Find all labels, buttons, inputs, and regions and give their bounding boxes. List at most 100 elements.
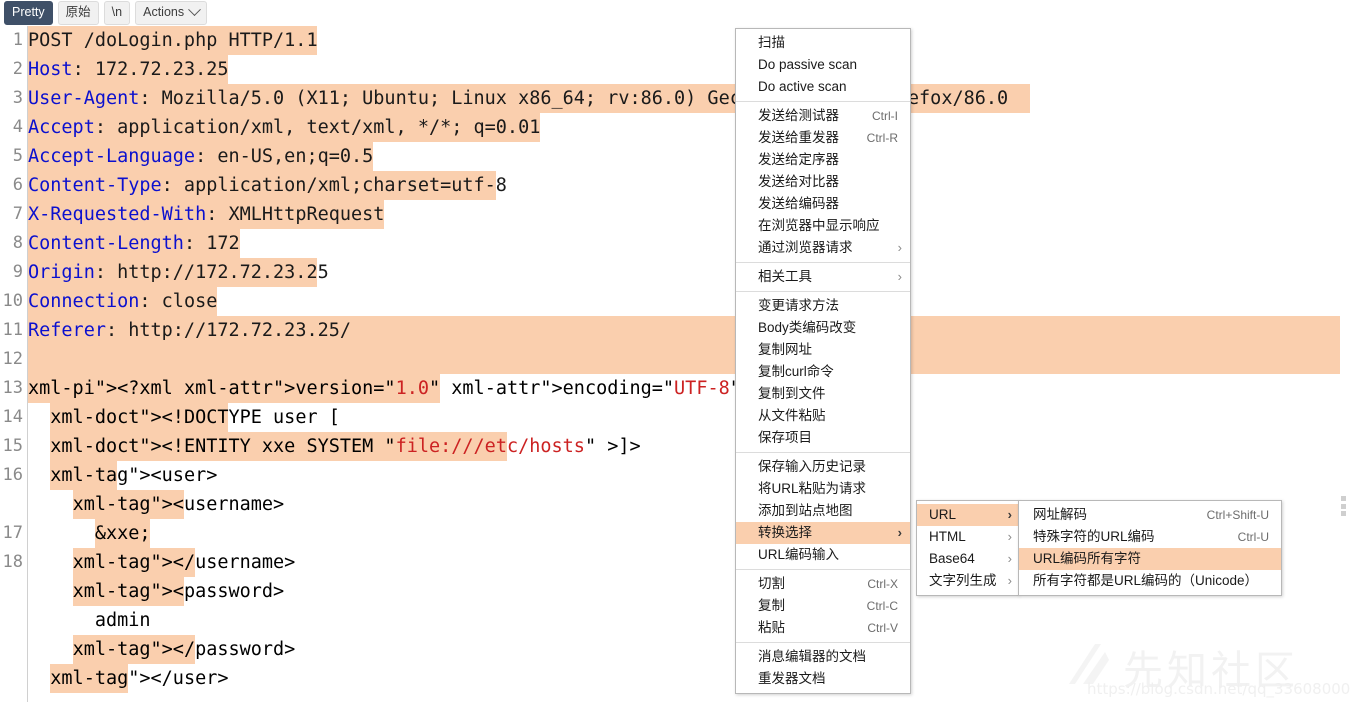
menu-item-label: 发送给测试器 — [758, 108, 839, 123]
chevron-right-icon: › — [1007, 507, 1012, 522]
tab-pretty[interactable]: Pretty — [4, 1, 53, 25]
menu-separator — [736, 452, 910, 453]
code-line[interactable]: xml-tag"></password> — [28, 635, 296, 664]
actions-label: Actions — [143, 5, 185, 20]
code-line[interactable]: xml-doct"><!DOCTYPE user [ — [28, 403, 340, 432]
submenu-item[interactable]: 网址解码 Ctrl+Shift-U — [1019, 504, 1281, 526]
menu-item[interactable]: 保存项目 — [736, 427, 910, 449]
code-line[interactable]: &xxe; — [28, 519, 151, 548]
code-line[interactable]: xml-doct"><!ENTITY xxe SYSTEM "file:///e… — [28, 432, 640, 461]
menu-item[interactable]: 相关工具 › — [736, 266, 910, 288]
submenu-item[interactable]: 所有字符都是URL编码的（Unicode） — [1019, 570, 1281, 592]
menu-item[interactable]: 通过浏览器请求 › — [736, 237, 910, 259]
menu-item[interactable]: 复制curl命令 — [736, 361, 910, 383]
menu-item[interactable]: 发送给测试器 Ctrl-I — [736, 105, 910, 127]
line-number: 6 — [12, 175, 23, 195]
line-number: 1 — [12, 30, 23, 50]
tab-raw[interactable]: 原始 — [57, 1, 99, 25]
submenu-item[interactable]: URL › — [917, 504, 1018, 526]
menu-item-label: 重发器文档 — [758, 671, 826, 686]
menu-item[interactable]: Do passive scan — [736, 54, 910, 76]
menu-separator — [736, 101, 910, 102]
submenu-item-label: 特殊字符的URL编码 — [1033, 529, 1155, 544]
code-line[interactable]: xml-tag"></user> — [28, 664, 228, 693]
message-editor[interactable]: 1 2 3 4 5 6 7 8 9 10 11 12 13 14 15 16 1… — [0, 26, 1350, 702]
menu-item[interactable]: 粘贴 Ctrl-V — [736, 617, 910, 639]
code-line[interactable]: X-Requested-With: XMLHttpRequest — [28, 200, 384, 229]
submenu-convert-selection[interactable]: URL › HTML › Base64 › 文字列生成 › — [916, 500, 1019, 596]
line-number: 10 — [2, 291, 23, 311]
submenu-item[interactable]: 特殊字符的URL编码 Ctrl-U — [1019, 526, 1281, 548]
menu-item[interactable]: 变更请求方法 — [736, 295, 910, 317]
code-line[interactable]: xml-tag"><password> — [28, 577, 285, 606]
code-line[interactable]: Connection: close — [28, 287, 217, 316]
menu-separator — [736, 642, 910, 643]
code-line[interactable]: xml-pi"><?xml xml-attr">version="1.0" xm… — [28, 374, 852, 403]
chevron-right-icon: › — [897, 240, 902, 255]
submenu-item-shortcut: Ctrl+Shift-U — [1206, 508, 1269, 522]
menu-item-label: URL编码输入 — [758, 547, 840, 562]
submenu-item-label: 网址解码 — [1033, 507, 1087, 522]
code-line[interactable]: Host: 172.72.23.25 — [28, 55, 229, 84]
menu-item-label: 扫描 — [758, 35, 785, 50]
menu-item[interactable]: 扫描 — [736, 32, 910, 54]
code-line[interactable]: xml-tag"><user> — [28, 461, 217, 490]
menu-item[interactable]: 添加到站点地图 — [736, 500, 910, 522]
menu-separator — [736, 569, 910, 570]
menu-item[interactable]: 将URL粘贴为请求 — [736, 478, 910, 500]
submenu-item[interactable]: 文字列生成 › — [917, 570, 1018, 592]
chevron-right-icon: › — [1007, 573, 1012, 588]
line-number: 17 — [2, 523, 23, 543]
menu-item[interactable]: 复制到文件 — [736, 383, 910, 405]
submenu-item[interactable]: Base64 › — [917, 548, 1018, 570]
code-line[interactable]: Content-Type: application/xml;charset=ut… — [28, 171, 507, 200]
menu-item-label: 复制到文件 — [758, 386, 826, 401]
line-number-gutter: 1 2 3 4 5 6 7 8 9 10 11 12 13 14 15 16 1… — [0, 26, 28, 702]
menu-item[interactable]: 发送给定序器 — [736, 149, 910, 171]
menu-item[interactable]: 转换选择 › — [736, 522, 910, 544]
submenu-item[interactable]: URL编码所有字符 — [1019, 548, 1281, 570]
menu-item[interactable]: 在浏览器中显示响应 — [736, 215, 910, 237]
code-area[interactable]: POST /doLogin.php HTTP/1.1 Host: 172.72.2… — [28, 26, 1350, 702]
menu-item[interactable]: 复制网址 — [736, 339, 910, 361]
context-menu[interactable]: 扫描 Do passive scan Do active scan 发送给测试器 Ctr… — [735, 28, 911, 694]
code-line[interactable]: Accept-Language: en-US,en;q=0.5 — [28, 142, 373, 171]
menu-item[interactable]: 发送给对比器 — [736, 171, 910, 193]
code-line[interactable]: Accept: application/xml, text/xml, */*; … — [28, 113, 540, 142]
menu-item[interactable]: Do active scan — [736, 76, 910, 98]
submenu-url-encoding[interactable]: 网址解码 Ctrl+Shift-U 特殊字符的URL编码 Ctrl-U URL编码所有字… — [1018, 500, 1282, 596]
code-line[interactable]: Origin: http://172.72.23.25 — [28, 258, 329, 287]
menu-item[interactable]: URL编码输入 — [736, 544, 910, 566]
menu-item-label: 复制网址 — [758, 342, 812, 357]
code-line[interactable]: admin — [28, 606, 151, 635]
menu-item[interactable]: 重发器文档 — [736, 668, 910, 690]
menu-item[interactable]: 复制 Ctrl-C — [736, 595, 910, 617]
menu-item[interactable]: 切割 Ctrl-X — [736, 573, 910, 595]
menu-item[interactable]: 保存输入历史记录 — [736, 456, 910, 478]
toggle-newline[interactable]: \n — [103, 1, 131, 25]
code-line[interactable]: xml-tag"><username> — [28, 490, 285, 519]
menu-item[interactable]: 发送给编码器 — [736, 193, 910, 215]
code-line[interactable]: POST /doLogin.php HTTP/1.1 — [28, 26, 318, 55]
menu-item-label: 复制curl命令 — [758, 364, 834, 379]
menu-item-label: 变更请求方法 — [758, 298, 839, 313]
menu-separator — [736, 262, 910, 263]
line-number: 4 — [12, 117, 23, 137]
submenu-item-shortcut: Ctrl-U — [1237, 530, 1269, 544]
code-line[interactable]: Content-Length: 172 — [28, 229, 240, 258]
line-number: 3 — [12, 88, 23, 108]
code-line[interactable]: Referer: http://172.72.23.25/ — [28, 316, 351, 345]
menu-item-label: 粘贴 — [758, 620, 785, 635]
line-number: 9 — [12, 262, 23, 282]
submenu-item-label: URL编码所有字符 — [1033, 551, 1142, 566]
menu-item[interactable]: Body类编码改变 — [736, 317, 910, 339]
submenu-item[interactable]: HTML › — [917, 526, 1018, 548]
menu-item-label: Do active scan — [758, 79, 847, 94]
resize-drag-handle[interactable] — [1341, 496, 1346, 516]
actions-button[interactable]: Actions — [135, 1, 208, 25]
menu-item-label: Do passive scan — [758, 57, 858, 72]
menu-item[interactable]: 发送给重发器 Ctrl-R — [736, 127, 910, 149]
menu-item[interactable]: 从文件粘贴 — [736, 405, 910, 427]
code-line[interactable]: xml-tag"></username> — [28, 548, 296, 577]
menu-item[interactable]: 消息编辑器的文档 — [736, 646, 910, 668]
